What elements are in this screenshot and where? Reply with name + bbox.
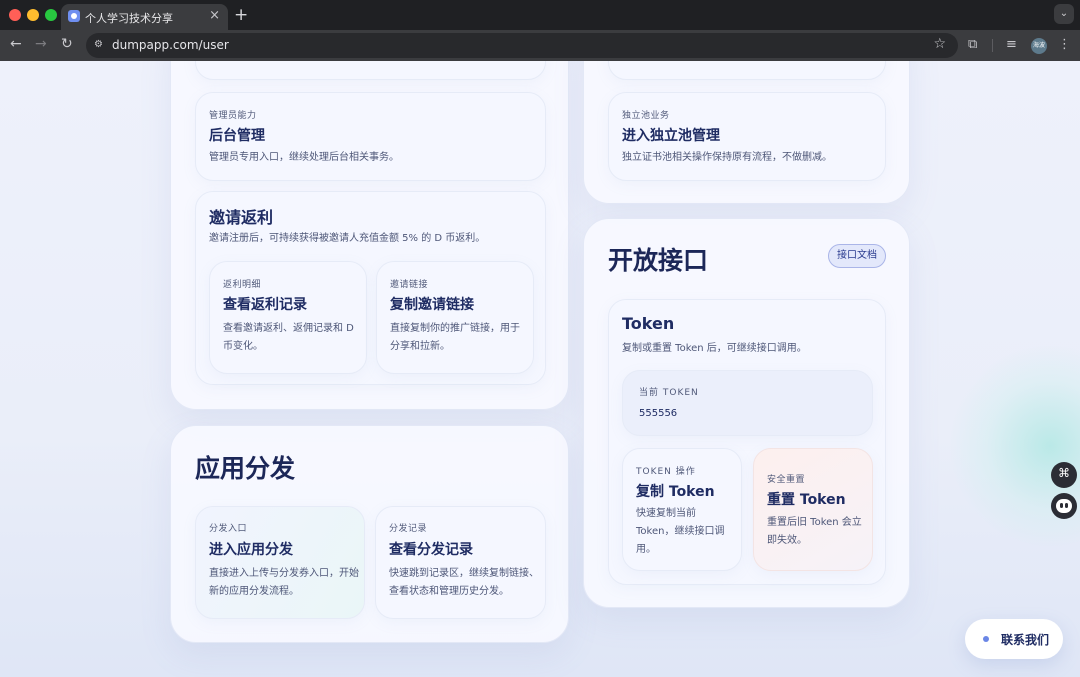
- invite-link-card[interactable]: 邀请链接 复制邀请链接 直接复制你的推广链接，用于分享和拉新。: [376, 261, 534, 374]
- site-favicon-icon: [68, 10, 80, 22]
- back-arrow-icon[interactable]: ←: [10, 36, 22, 52]
- contact-us-button[interactable]: 联系我们: [965, 619, 1063, 659]
- enter-dist-title: 进入应用分发: [209, 542, 293, 558]
- browser-tab[interactable]: 个人学习技术分享 ×: [61, 4, 228, 30]
- tab-title: 个人学习技术分享: [85, 12, 173, 25]
- tab-close-icon[interactable]: ×: [209, 8, 220, 23]
- admin-desc: 管理员专用入口，继续处理后台相关事务。: [209, 152, 399, 163]
- apps-grid-icon[interactable]: [1051, 462, 1077, 488]
- window-close-button[interactable]: [9, 9, 21, 21]
- clipped-card: [195, 61, 546, 80]
- token-title: Token: [622, 314, 675, 333]
- clipped-right-card: [608, 61, 886, 80]
- reset-token-card[interactable]: 安全重置 重置 Token 重置后旧 Token 会立即失效。: [753, 448, 873, 571]
- tab-search-chevron-icon[interactable]: ⌄: [1054, 4, 1074, 24]
- dist-record-desc: 快速跳到记录区，继续复制链接、查看状态和管理历史分发。: [389, 568, 539, 597]
- toolbar-divider: [992, 39, 993, 52]
- window-minimize-button[interactable]: [27, 9, 39, 21]
- address-url[interactable]: dumpapp.com/user: [112, 38, 229, 52]
- copy-token-kicker: TOKEN 操作: [636, 467, 696, 477]
- reset-token-desc: 重置后旧 Token 会立即失效。: [767, 517, 862, 546]
- open-api-title: 开放接口: [608, 246, 709, 275]
- admin-kicker: 管理员能力: [209, 111, 257, 121]
- app-dist-title: 应用分发: [195, 454, 296, 483]
- app-distribution-panel: 应用分发 分发入口 进入应用分发 直接进入上传与分发券入口，开始新的应用分发流程…: [170, 425, 569, 643]
- invite-desc: 邀请注册后，可持续获得被邀请人充值金额 5% 的 D 币返利。: [209, 233, 486, 244]
- invite-section: 邀请返利 邀请注册后，可持续获得被邀请人充值金额 5% 的 D 币返利。 返利明…: [195, 191, 546, 385]
- forward-arrow-icon[interactable]: →: [35, 36, 47, 52]
- site-settings-icon[interactable]: ⚙: [94, 39, 106, 51]
- left-user-panel: 管理员能力 后台管理 管理员专用入口，继续处理后台相关事务。 邀请返利 邀请注册…: [170, 61, 569, 410]
- browser-tab-bar: 个人学习技术分享 × + ⌄: [0, 0, 1080, 30]
- contact-us-label: 联系我们: [1001, 633, 1050, 647]
- rebate-desc: 查看邀请返利、返佣记录和 D 币变化。: [223, 323, 354, 352]
- copy-token-desc: 快速复制当前 Token，继续接口调用。: [636, 508, 725, 555]
- rebate-title: 查看返利记录: [223, 297, 307, 313]
- rebate-record-card[interactable]: 返利明细 查看返利记录 查看邀请返利、返佣记录和 D 币变化。: [209, 261, 367, 374]
- dist-record-card[interactable]: 分发记录 查看分发记录 快速跳到记录区，继续复制链接、查看状态和管理历史分发。: [375, 506, 546, 619]
- reload-icon[interactable]: ↻: [61, 36, 73, 52]
- browser-toolbar: ← → ↻ ⚙ dumpapp.com/user ☆ ⧉ ≡ 海波 ⋮: [0, 30, 1080, 61]
- media-control-icon[interactable]: ≡: [1006, 37, 1017, 52]
- enter-app-dist-card[interactable]: 分发入口 进入应用分发 直接进入上传与分发券入口，开始新的应用分发流程。: [195, 506, 365, 619]
- pool-desc: 独立证书池相关操作保持原有流程，不做删减。: [622, 152, 832, 163]
- bookmark-star-icon[interactable]: ☆: [933, 36, 946, 52]
- new-tab-icon[interactable]: +: [234, 5, 248, 25]
- admin-title: 后台管理: [209, 128, 265, 144]
- enter-dist-desc: 直接进入上传与分发券入口，开始新的应用分发流程。: [209, 568, 359, 597]
- token-desc: 复制或重置 Token 后，可继续接口调用。: [622, 343, 807, 354]
- rebate-kicker: 返利明细: [223, 280, 262, 290]
- open-api-panel: 开放接口 接口文档 Token 复制或重置 Token 后，可继续接口调用。 当…: [583, 218, 910, 608]
- page-viewport: 管理员能力 后台管理 管理员专用入口，继续处理后台相关事务。 邀请返利 邀请注册…: [0, 61, 1080, 677]
- reset-token-title: 重置 Token: [767, 492, 846, 508]
- bot-face-icon: [1056, 499, 1072, 513]
- address-bar[interactable]: ⚙ dumpapp.com/user ☆: [86, 33, 958, 58]
- dist-record-kicker: 分发记录: [389, 524, 428, 534]
- admin-card[interactable]: 管理员能力 后台管理 管理员专用入口，继续处理后台相关事务。: [195, 92, 546, 181]
- independent-pool-card[interactable]: 独立池业务 进入独立池管理 独立证书池相关操作保持原有流程，不做删减。: [608, 92, 886, 181]
- current-token-box[interactable]: 当前 TOKEN 555556: [622, 370, 873, 436]
- invite-title: 邀请返利: [209, 208, 274, 227]
- chat-bot-icon[interactable]: [1051, 493, 1077, 519]
- more-menu-icon[interactable]: ⋮: [1058, 37, 1071, 52]
- contact-dot-icon: [983, 636, 989, 642]
- invite-link-title: 复制邀请链接: [390, 297, 474, 313]
- token-section: Token 复制或重置 Token 后，可继续接口调用。 当前 TOKEN 55…: [608, 299, 886, 585]
- copy-token-title: 复制 Token: [636, 484, 715, 500]
- window-maximize-button[interactable]: [45, 9, 57, 21]
- enter-dist-kicker: 分发入口: [209, 524, 248, 534]
- dist-record-title: 查看分发记录: [389, 542, 473, 558]
- invite-link-desc: 直接复制你的推广链接，用于分享和拉新。: [390, 323, 520, 352]
- profile-avatar[interactable]: 海波: [1031, 38, 1047, 54]
- pool-title: 进入独立池管理: [622, 128, 720, 144]
- pool-kicker: 独立池业务: [622, 111, 670, 121]
- copy-token-card[interactable]: TOKEN 操作 复制 Token 快速复制当前 Token，继续接口调用。: [622, 448, 742, 571]
- api-doc-button[interactable]: 接口文档: [828, 244, 886, 268]
- reset-token-kicker: 安全重置: [767, 475, 806, 485]
- extensions-puzzle-icon[interactable]: ⧉: [968, 37, 977, 52]
- current-token-value: 555556: [639, 408, 678, 419]
- invite-link-kicker: 邀请链接: [390, 280, 429, 290]
- current-token-label: 当前 TOKEN: [639, 388, 699, 398]
- right-top-panel: 独立池业务 进入独立池管理 独立证书池相关操作保持原有流程，不做删减。: [583, 61, 910, 204]
